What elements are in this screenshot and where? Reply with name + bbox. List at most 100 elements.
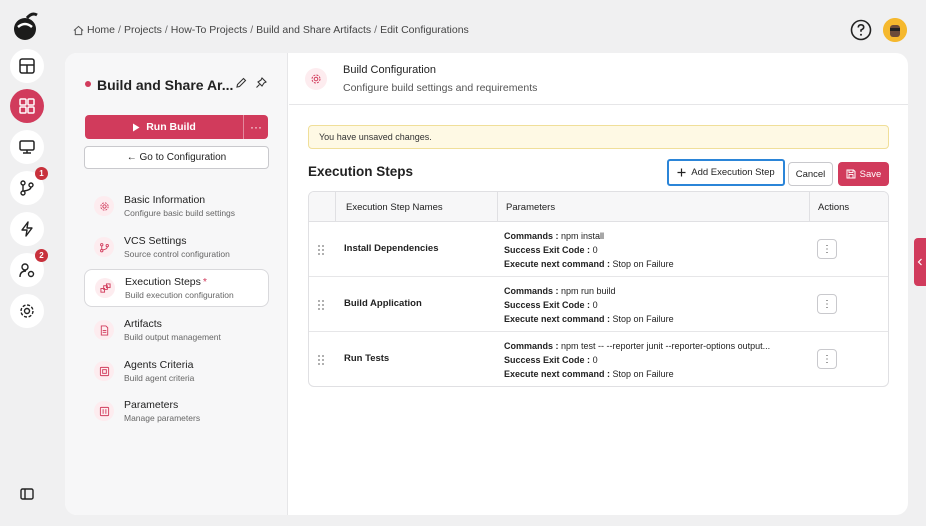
param-label: Commands : xyxy=(504,286,559,296)
pin-icon[interactable] xyxy=(255,77,267,89)
save-button[interactable]: Save xyxy=(838,162,889,186)
breadcrumb: Home / Projects / How-To Projects / Buil… xyxy=(73,24,469,36)
table-row[interactable]: Install Dependencies Commands : npm inst… xyxy=(309,222,888,277)
gear-icon xyxy=(305,68,327,90)
document-icon xyxy=(94,320,114,340)
unsaved-changes-alert: You have unsaved changes. xyxy=(308,125,889,149)
breadcrumb-build-and-share[interactable]: Build and Share Artifacts xyxy=(256,24,371,36)
status-dot xyxy=(85,81,91,87)
config-header: Build Configuration Configure build sett… xyxy=(289,53,908,105)
header-parameters: Parameters xyxy=(497,192,809,222)
sidebar-toggle-icon xyxy=(20,488,34,500)
param-label: Commands : xyxy=(504,231,559,241)
param-exit-code: 0 xyxy=(592,355,598,365)
nav-item-artifacts[interactable]: Artifacts Build output management xyxy=(84,311,269,349)
home-crumb-icon xyxy=(73,25,84,35)
go-to-configuration-button[interactable]: ← Go to Configuration xyxy=(84,146,269,169)
nav-sublabel: Build agent criteria xyxy=(124,373,195,383)
branch-icon xyxy=(20,180,34,196)
breadcrumb-how-to-projects[interactable]: How-To Projects xyxy=(171,24,247,36)
nav-label: Artifacts xyxy=(124,318,162,330)
nav-item-vcs-settings[interactable]: VCS Settings Source control configuration xyxy=(84,228,269,266)
nav-label: Agents Criteria xyxy=(124,359,194,371)
nav-item-basic-information[interactable]: Basic Information Configure basic build s… xyxy=(84,187,269,225)
rail-vcs-button[interactable]: 1 xyxy=(10,167,48,205)
breadcrumb-separator: / xyxy=(118,24,121,36)
table-row[interactable]: Build Application Commands : npm run bui… xyxy=(309,277,888,332)
table-row[interactable]: Run Tests Commands : npm test -- --repor… xyxy=(309,332,888,386)
row-actions-button[interactable]: ⋮ xyxy=(817,294,837,314)
nav-item-parameters[interactable]: Parameters Manage parameters xyxy=(84,392,269,430)
nav-label: Execution Steps xyxy=(125,276,201,288)
more-vertical-icon: ⋮ xyxy=(822,353,832,365)
step-parameters: Commands : npm run build Success Exit Co… xyxy=(504,284,800,326)
sidebar-toggle-button[interactable] xyxy=(10,477,44,511)
execution-steps-table: Execution Step Names Parameters Actions … xyxy=(308,191,889,387)
agent-icon xyxy=(94,361,114,381)
rail-users-button[interactable]: 2 xyxy=(10,249,48,287)
nav-label: VCS Settings xyxy=(124,235,187,247)
param-label: Execute next command : xyxy=(504,314,611,324)
rail-lightning-button[interactable] xyxy=(10,212,44,246)
run-build-button[interactable]: Run Build xyxy=(85,115,244,139)
nav-sublabel: Configure basic build settings xyxy=(124,208,236,218)
save-label: Save xyxy=(859,168,882,180)
more-vertical-icon: ⋮ xyxy=(822,298,832,310)
breadcrumb-current: Edit Configurations xyxy=(380,24,469,36)
param-label: Success Exit Code : xyxy=(504,355,591,365)
help-icon[interactable] xyxy=(850,19,872,41)
drag-handle-icon[interactable] xyxy=(317,354,325,366)
nav-sublabel: Source control configuration xyxy=(124,249,230,259)
lightning-icon xyxy=(21,221,33,237)
config-subtitle: Configure build settings and requirement… xyxy=(343,82,538,94)
settings-icon xyxy=(94,196,114,216)
dashboard-icon xyxy=(19,98,35,114)
nav-label: Parameters xyxy=(124,399,179,411)
avatar[interactable] xyxy=(883,18,907,42)
app-rail: 1 2 xyxy=(0,0,52,526)
project-title: Build and Share Ar... xyxy=(97,77,234,93)
param-exit-code: 0 xyxy=(592,245,598,255)
cancel-button[interactable]: Cancel xyxy=(788,162,833,186)
main-card: Build and Share Ar... Run Build ··· ← Go… xyxy=(65,53,908,515)
drag-handle-icon[interactable] xyxy=(317,244,325,256)
row-actions-button[interactable]: ⋮ xyxy=(817,239,837,259)
run-build-label: Run Build xyxy=(146,121,196,133)
table-header: Execution Step Names Parameters Actions xyxy=(309,192,888,222)
config-sidebar: Build and Share Ar... Run Build ··· ← Go… xyxy=(65,53,288,515)
breadcrumb-separator: / xyxy=(250,24,254,36)
run-build-more-button[interactable]: ··· xyxy=(244,115,268,139)
breadcrumb-projects[interactable]: Projects xyxy=(124,24,162,36)
drag-handle-icon[interactable] xyxy=(317,299,325,311)
unsaved-asterisk: * xyxy=(202,276,207,288)
step-name: Build Application xyxy=(344,298,422,309)
add-execution-step-button[interactable]: Add Execution Step xyxy=(667,159,785,186)
nav-item-agents-criteria[interactable]: Agents Criteria Build agent criteria xyxy=(84,352,269,390)
param-label: Success Exit Code : xyxy=(504,300,591,310)
chevron-left-icon xyxy=(917,258,922,266)
app-logo[interactable] xyxy=(10,10,42,42)
breadcrumb-separator: / xyxy=(374,24,378,36)
rail-settings-button[interactable] xyxy=(10,294,44,328)
rail-home-button[interactable] xyxy=(10,49,44,83)
step-name: Install Dependencies xyxy=(344,243,439,254)
step-name: Run Tests xyxy=(344,353,390,364)
header-actions: Actions xyxy=(809,192,888,222)
nav-sublabel: Build execution configuration xyxy=(125,290,234,300)
breadcrumb-home[interactable]: Home xyxy=(87,24,115,36)
nav-sublabel: Build output management xyxy=(124,332,221,342)
nav-label: Basic Information xyxy=(124,194,206,206)
steps-icon xyxy=(95,278,115,298)
row-actions-button[interactable]: ⋮ xyxy=(817,349,837,369)
param-label: Execute next command : xyxy=(504,369,611,379)
rail-monitor-button[interactable] xyxy=(10,130,44,164)
nav-item-execution-steps[interactable]: Execution Steps * Build execution configur… xyxy=(84,269,269,307)
header-drag-column xyxy=(309,192,335,222)
step-parameters: Commands : npm install Success Exit Code… xyxy=(504,229,800,271)
user-settings-icon xyxy=(19,263,35,278)
gear-icon xyxy=(20,304,34,318)
param-commands: npm test -- --reporter junit --reporter-… xyxy=(561,341,771,351)
rail-dashboard-button[interactable] xyxy=(10,89,44,123)
side-panel-toggle[interactable] xyxy=(914,238,926,286)
edit-icon[interactable] xyxy=(235,77,247,89)
